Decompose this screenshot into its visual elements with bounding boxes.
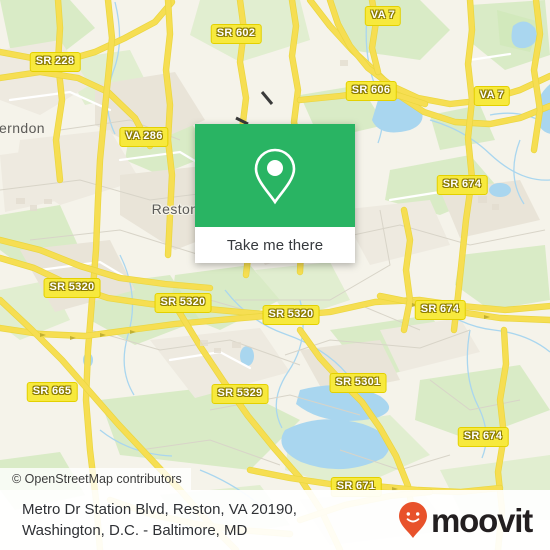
road-shield-sr-602[interactable]: SR 602 [210, 24, 262, 44]
road-shield-sr-674-c[interactable]: SR 674 [457, 427, 509, 447]
location-pin-icon [254, 148, 296, 204]
destination-popup-card[interactable]: Take me there [195, 124, 355, 263]
road-shield-sr-674-b[interactable]: SR 674 [414, 300, 466, 320]
address-text: Metro Dr Station Blvd, Reston, VA 20190,… [22, 499, 297, 542]
footer-bar: Metro Dr Station Blvd, Reston, VA 20190,… [0, 490, 550, 550]
road-shield-va-7-a[interactable]: VA 7 [364, 6, 402, 26]
address-line-1: Metro Dr Station Blvd, Reston, VA 20190, [22, 500, 297, 518]
road-shield-sr-228[interactable]: SR 228 [29, 52, 81, 72]
map-canvas[interactable]: .water { fill:#a9d6ef; } .wline { fill:n… [0, 0, 550, 550]
address-line-2: Washington, D.C. - Baltimore, MD [22, 522, 248, 539]
road-shield-sr-5329[interactable]: SR 5329 [211, 384, 269, 404]
place-label-reston: Reston [151, 201, 199, 217]
road-shield-sr-606[interactable]: SR 606 [345, 81, 397, 101]
road-shield-sr-674-a[interactable]: SR 674 [436, 175, 488, 195]
place-label-herndon: erndon [0, 120, 45, 136]
moovit-wordmark: moovit [431, 501, 533, 539]
road-shield-sr-5320-c[interactable]: SR 5320 [262, 305, 320, 325]
moovit-brand[interactable]: moovit [398, 501, 533, 539]
road-shield-va-7-b[interactable]: VA 7 [473, 86, 511, 106]
road-shield-sr-5320-a[interactable]: SR 5320 [43, 278, 101, 298]
road-shield-sr-5301[interactable]: SR 5301 [329, 373, 387, 393]
osm-attribution[interactable]: © OpenStreetMap contributors [0, 468, 191, 490]
moovit-smiling-pin-icon [399, 502, 428, 538]
map-screenshot: .water { fill:#a9d6ef; } .wline { fill:n… [0, 0, 550, 550]
road-shield-va-286[interactable]: VA 286 [119, 127, 169, 147]
popup-pin-area [195, 124, 355, 227]
road-shield-sr-665[interactable]: SR 665 [26, 382, 78, 402]
road-shield-sr-5320-b[interactable]: SR 5320 [154, 293, 212, 313]
take-me-there-button[interactable]: Take me there [195, 227, 355, 263]
